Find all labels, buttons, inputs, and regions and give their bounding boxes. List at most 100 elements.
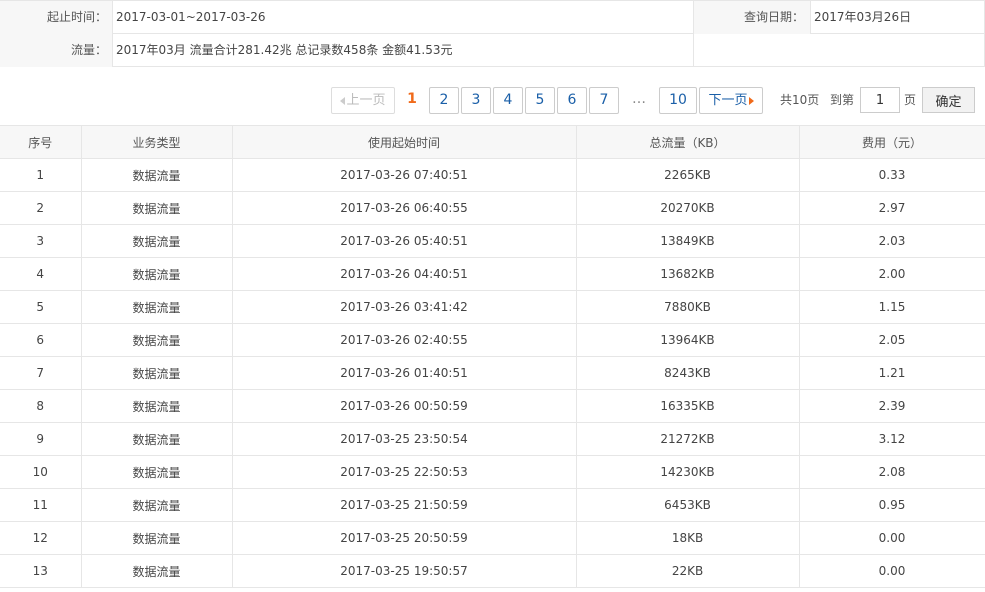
table-header-row: 序号 业务类型 使用起始时间 总流量（KB） 费用（元） <box>0 125 985 159</box>
prev-arrow-icon <box>340 96 346 105</box>
cell-start-time: 2017-03-25 19:50:57 <box>232 554 577 588</box>
table-row: 6 数据流量 2017-03-26 02:40:55 13964KB 2.05 <box>0 323 985 357</box>
divider <box>693 1 694 67</box>
table-body: 1 数据流量 2017-03-26 07:40:51 2265KB 0.33 2 数据流量 2… <box>0 158 985 588</box>
divider <box>112 1 113 67</box>
col-header-traffic: 总流量（KB） <box>576 125 800 159</box>
cell-index: 4 <box>0 257 82 291</box>
cell-traffic: 13849KB <box>576 224 800 258</box>
cell-traffic: 6453KB <box>576 488 800 522</box>
page-button[interactable]: 2 <box>429 87 459 114</box>
cell-traffic: 18KB <box>576 521 800 555</box>
table-row: 10 数据流量 2017-03-25 22:50:53 14230KB 2.08 <box>0 455 985 489</box>
page-button[interactable]: 4 <box>493 87 523 114</box>
period-value: 2017-03-01~2017-03-26 <box>116 10 266 24</box>
table-row: 5 数据流量 2017-03-26 03:41:42 7880KB 1.15 <box>0 290 985 324</box>
divider <box>810 1 811 34</box>
confirm-button[interactable]: 确定 <box>922 87 975 113</box>
cell-fee: 2.05 <box>799 323 985 357</box>
cell-index: 5 <box>0 290 82 324</box>
cell-fee: 0.00 <box>799 554 985 588</box>
traffic-label: 流量： <box>0 34 113 67</box>
cell-type: 数据流量 <box>81 521 233 555</box>
cell-fee: 0.00 <box>799 521 985 555</box>
query-date-label: 查询日期： <box>694 1 810 34</box>
cell-fee: 1.15 <box>799 290 985 324</box>
cell-index: 6 <box>0 323 82 357</box>
usage-table: 序号 业务类型 使用起始时间 总流量（KB） 费用（元） 1 数据流量 2017-0… <box>0 125 985 588</box>
cell-index: 8 <box>0 389 82 423</box>
cell-index: 13 <box>0 554 82 588</box>
query-summary: 起止时间： 2017-03-01~2017-03-26 查询日期： 2017年0… <box>0 0 985 67</box>
table-row: 13 数据流量 2017-03-25 19:50:57 22KB 0.00 <box>0 554 985 588</box>
table-row: 7 数据流量 2017-03-26 01:40:51 8243KB 1.21 <box>0 356 985 390</box>
table-row: 1 数据流量 2017-03-26 07:40:51 2265KB 0.33 <box>0 158 985 192</box>
cell-index: 11 <box>0 488 82 522</box>
cell-fee: 2.00 <box>799 257 985 291</box>
cell-fee: 2.08 <box>799 455 985 489</box>
page-button[interactable]: 3 <box>461 87 491 114</box>
cell-type: 数据流量 <box>81 257 233 291</box>
cell-type: 数据流量 <box>81 389 233 423</box>
next-arrow-icon <box>748 96 754 105</box>
traffic-row: 流量： 2017年03月 流量合计281.42兆 总记录数458条 金额41.5… <box>0 34 985 67</box>
page-button[interactable]: 6 <box>557 87 587 114</box>
cell-start-time: 2017-03-26 04:40:51 <box>232 257 577 291</box>
traffic-value: 2017年03月 流量合计281.42兆 总记录数458条 金额41.53元 <box>116 43 453 57</box>
cell-start-time: 2017-03-26 06:40:55 <box>232 191 577 225</box>
page-button[interactable]: 5 <box>525 87 555 114</box>
last-page-button[interactable]: 10 <box>659 87 697 114</box>
cell-traffic: 20270KB <box>576 191 800 225</box>
period-label: 起止时间： <box>0 1 113 34</box>
cell-type: 数据流量 <box>81 323 233 357</box>
prev-page-label: 上一页 <box>346 93 386 108</box>
cell-index: 7 <box>0 356 82 390</box>
cell-type: 数据流量 <box>81 224 233 258</box>
cell-type: 数据流量 <box>81 554 233 588</box>
cell-start-time: 2017-03-26 03:41:42 <box>232 290 577 324</box>
cell-index: 12 <box>0 521 82 555</box>
cell-fee: 1.21 <box>799 356 985 390</box>
cell-fee: 2.03 <box>799 224 985 258</box>
cell-type: 数据流量 <box>81 422 233 456</box>
cell-traffic: 13682KB <box>576 257 800 291</box>
page-ellipsis: … <box>625 87 653 114</box>
cell-start-time: 2017-03-26 02:40:55 <box>232 323 577 357</box>
cell-start-time: 2017-03-26 01:40:51 <box>232 356 577 390</box>
col-header-start-time: 使用起始时间 <box>232 125 577 159</box>
cell-start-time: 2017-03-26 00:50:59 <box>232 389 577 423</box>
page-unit: 页 <box>904 93 917 107</box>
next-page-button[interactable]: 下一页 <box>699 87 763 114</box>
cell-type: 数据流量 <box>81 455 233 489</box>
cell-type: 数据流量 <box>81 488 233 522</box>
cell-start-time: 2017-03-25 21:50:59 <box>232 488 577 522</box>
page-button[interactable]: 7 <box>589 87 619 114</box>
cell-start-time: 2017-03-26 05:40:51 <box>232 224 577 258</box>
cell-traffic: 16335KB <box>576 389 800 423</box>
table-row: 2 数据流量 2017-03-26 06:40:55 20270KB 2.97 <box>0 191 985 225</box>
cell-type: 数据流量 <box>81 356 233 390</box>
goto-page-input[interactable] <box>860 87 900 113</box>
current-page: 1 <box>400 87 424 114</box>
query-date-value: 2017年03月26日 <box>814 10 912 24</box>
col-header-fee: 费用（元） <box>799 125 985 159</box>
cell-traffic: 7880KB <box>576 290 800 324</box>
period-row: 起止时间： 2017-03-01~2017-03-26 查询日期： 2017年0… <box>0 1 985 34</box>
next-page-label: 下一页 <box>708 93 748 108</box>
table-row: 9 数据流量 2017-03-25 23:50:54 21272KB 3.12 <box>0 422 985 456</box>
cell-index: 1 <box>0 158 82 192</box>
table-row: 11 数据流量 2017-03-25 21:50:59 6453KB 0.95 <box>0 488 985 522</box>
table-row: 8 数据流量 2017-03-26 00:50:59 16335KB 2.39 <box>0 389 985 423</box>
table-row: 3 数据流量 2017-03-26 05:40:51 13849KB 2.03 <box>0 224 985 258</box>
cell-fee: 0.33 <box>799 158 985 192</box>
prev-page-button[interactable]: 上一页 <box>331 87 395 114</box>
col-header-type: 业务类型 <box>81 125 233 159</box>
cell-traffic: 8243KB <box>576 356 800 390</box>
cell-index: 3 <box>0 224 82 258</box>
cell-start-time: 2017-03-25 20:50:59 <box>232 521 577 555</box>
cell-traffic: 21272KB <box>576 422 800 456</box>
cell-start-time: 2017-03-25 23:50:54 <box>232 422 577 456</box>
goto-label: 到第 <box>830 93 855 107</box>
cell-type: 数据流量 <box>81 158 233 192</box>
cell-traffic: 2265KB <box>576 158 800 192</box>
